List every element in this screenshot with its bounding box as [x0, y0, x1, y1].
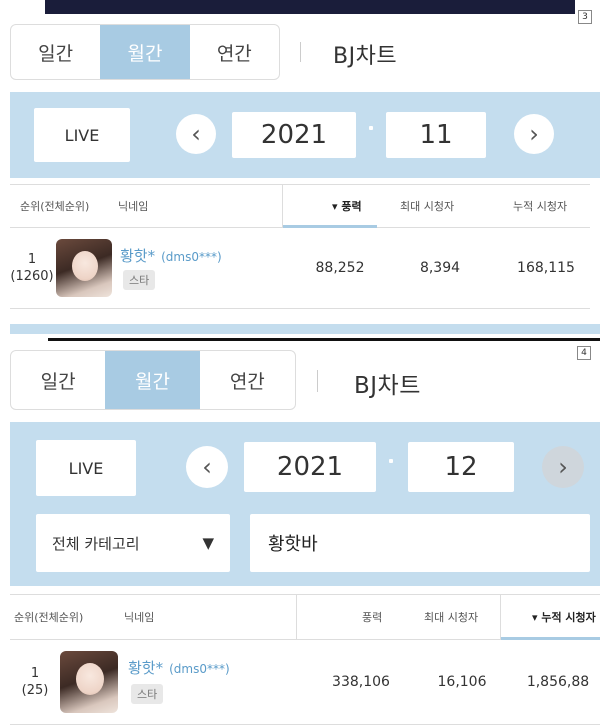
chevron-left-icon: ‹ [191, 120, 201, 148]
rank-number: 1 [30, 666, 40, 681]
chart-panel-december: 4 일간 월간 연간 BJ차트 LIVE ‹ 2021 12 › 전체 카테고리… [0, 338, 600, 727]
rank-cell: 1 (1260) [10, 251, 54, 285]
live-button[interactable]: LIVE [34, 108, 130, 162]
col-cumulative-viewers[interactable]: ▾ 누적 시청자 [532, 595, 596, 639]
tab-yearly[interactable]: 연간 [200, 351, 295, 409]
month-field[interactable]: 12 [408, 442, 514, 492]
chevron-right-icon: › [529, 120, 539, 148]
col-poongryeok[interactable]: ▾ 풍력 [332, 185, 362, 227]
date-separator-dot [369, 126, 373, 130]
next-month-button[interactable]: › [514, 114, 554, 154]
nickname: 황핫* [120, 247, 156, 265]
live-button[interactable]: LIVE [36, 440, 136, 496]
col-rank: 순위(전체순위) [14, 611, 84, 624]
max-viewers-value: 16,106 [437, 674, 487, 690]
prev-month-button[interactable]: ‹ [176, 114, 216, 154]
cumulative-viewers-value: 168,115 [517, 260, 575, 276]
nickname-link[interactable]: 황핫* (dms0***) [120, 245, 222, 266]
dropdown-arrow-icon: ▼ [202, 534, 214, 552]
chart-title: BJ차트 [333, 44, 398, 69]
col-poongryeok[interactable]: 풍력 [362, 595, 382, 639]
category-label: 전체 카테고리 [52, 534, 140, 553]
avatar [56, 239, 112, 297]
avatar-face [76, 663, 104, 695]
year-field[interactable]: 2021 [232, 112, 356, 158]
table-header: 순위(전체순위) 닉네임 ▾ 풍력 최대 시청자 누적 시청자 [10, 184, 590, 228]
page-badge: 3 [578, 10, 592, 24]
top-rule [48, 338, 600, 341]
filter-band: LIVE ‹ 2021 12 › 전체 카테고리 ▼ 황핫바 [10, 422, 600, 586]
table-row[interactable]: 1 (1260) 황핫* (dms0***) 스타 88,252 8,394 16… [10, 229, 590, 309]
month-field[interactable]: 11 [386, 112, 486, 158]
col-divider [500, 595, 501, 639]
tab-yearly[interactable]: 연간 [190, 25, 279, 79]
chart-panel-november: 3 일간 월간 연간 BJ차트 LIVE ‹ 2021 11 › 순위(전체순위… [0, 0, 600, 338]
overall-rank: (25) [21, 683, 49, 698]
overall-rank: (1260) [10, 269, 54, 284]
search-input[interactable]: 황핫바 [250, 514, 590, 572]
top-image-strip [45, 0, 575, 14]
date-separator-dot [389, 459, 393, 463]
divider-band [10, 324, 600, 334]
max-viewers-value: 8,394 [419, 260, 461, 276]
avatar [60, 651, 118, 713]
prev-month-button[interactable]: ‹ [186, 446, 228, 488]
col-divider [282, 185, 283, 227]
category-dropdown[interactable]: 전체 카테고리 ▼ [36, 514, 230, 572]
sort-indicator [501, 637, 600, 640]
avatar-face [72, 251, 98, 281]
col-nickname: 닉네임 [118, 200, 149, 213]
poongryeok-value: 338,106 [332, 674, 390, 690]
col-divider [296, 595, 297, 639]
year-field[interactable]: 2021 [244, 442, 376, 492]
star-badge: 스타 [131, 684, 164, 704]
chevron-right-icon: › [558, 453, 568, 481]
rank-number: 1 [27, 252, 37, 267]
user-id: (dms0***) [169, 662, 230, 676]
table-header: 순위(전체순위) 닉네임 풍력 최대 시청자 ▾ 누적 시청자 [10, 594, 600, 640]
title-separator [317, 370, 318, 392]
col-cumulative-viewers[interactable]: 누적 시청자 [513, 185, 567, 227]
chart-title: BJ차트 [354, 373, 421, 399]
col-max-viewers[interactable]: 최대 시청자 [400, 185, 454, 227]
chevron-left-icon: ‹ [202, 453, 212, 481]
tab-monthly[interactable]: 월간 [100, 25, 190, 79]
period-tabs: 일간 월간 연간 [10, 24, 280, 80]
star-badge: 스타 [123, 270, 156, 290]
tab-daily[interactable]: 일간 [11, 25, 100, 79]
tab-daily[interactable]: 일간 [11, 351, 105, 409]
col-rank: 순위(전체순위) [20, 200, 90, 213]
user-id: (dms0***) [161, 250, 222, 264]
sort-indicator [283, 225, 377, 228]
cumulative-viewers-value: 1,856,88 [526, 674, 590, 690]
nickname-link[interactable]: 황핫* (dms0***) [128, 657, 230, 678]
tab-monthly[interactable]: 월간 [105, 351, 200, 409]
nickname: 황핫* [128, 659, 164, 677]
rank-cell: 1 (25) [12, 665, 58, 699]
filter-band: LIVE ‹ 2021 11 › [10, 92, 600, 178]
table-row[interactable]: 1 (25) 황핫* (dms0***) 스타 338,106 16,106 1,… [10, 641, 600, 725]
poongryeok-value: 88,252 [315, 260, 365, 276]
col-max-viewers[interactable]: 최대 시청자 [424, 595, 478, 639]
title-separator [300, 42, 301, 62]
period-tabs: 일간 월간 연간 [10, 350, 296, 410]
col-nickname: 닉네임 [124, 611, 155, 624]
next-month-button[interactable]: › [542, 446, 584, 488]
page-badge: 4 [577, 346, 591, 360]
